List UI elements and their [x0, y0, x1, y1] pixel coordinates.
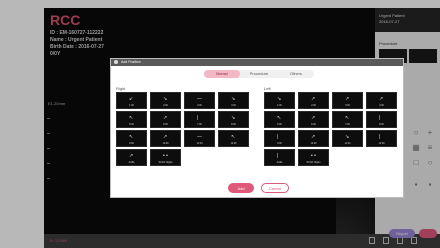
position-thumbnail[interactable]: ↘ 1:00	[264, 92, 295, 109]
position-thumbnail[interactable]: | 9:00	[264, 130, 295, 147]
position-label: 1:00	[277, 104, 282, 107]
probe-marker-icon: ↗	[311, 134, 316, 140]
position-thumbnail[interactable]: ↗ Axilla	[116, 149, 147, 166]
probe-marker-icon: ↖	[277, 115, 282, 121]
position-thumbnail[interactable]: | 12:00	[366, 130, 397, 147]
position-thumbnail[interactable]: ↖ 5:00	[264, 111, 295, 128]
position-thumbnail[interactable]: ↗ 6:00	[150, 111, 181, 128]
position-thumbnail[interactable]: ↗ 3:00	[332, 92, 363, 109]
position-label: 10:00	[310, 142, 317, 145]
position-label: 8:00	[379, 123, 384, 126]
probe-marker-icon: • •	[311, 153, 316, 159]
position-thumbnail[interactable]: — 3:00	[184, 92, 215, 109]
position-label: 1:00	[129, 104, 134, 107]
tab-procedure[interactable]: Procedure	[241, 70, 277, 78]
tab-others[interactable]: Others	[278, 70, 314, 78]
probe-marker-icon: ↘	[163, 96, 168, 102]
position-label: 3:00	[197, 104, 202, 107]
position-label: 3:00	[345, 104, 350, 107]
position-thumbnail[interactable]: • • SCAN Nipple	[298, 149, 329, 166]
category-tabs: Breast Procedure Others	[204, 70, 314, 78]
probe-marker-icon: ↖	[345, 115, 350, 121]
probe-marker-icon: • •	[163, 153, 168, 159]
probe-marker-icon: ↗	[379, 96, 384, 102]
position-label: 9:00	[277, 142, 282, 145]
position-label: 4:00	[231, 104, 236, 107]
probe-marker-icon: ↗	[311, 96, 316, 102]
probe-marker-icon: ↗	[163, 115, 168, 121]
dialog-title: Add Position	[121, 60, 141, 64]
position-label: 11:00	[344, 142, 351, 145]
position-thumbnail[interactable]: ↘ 2:00	[150, 92, 181, 109]
position-label: 10:00	[162, 142, 169, 145]
position-thumbnail[interactable]: ↖ 9:00	[116, 130, 147, 147]
position-label: SCAN Nipple	[306, 161, 321, 164]
probe-marker-icon: |	[277, 134, 279, 140]
position-label: 7:00	[197, 123, 202, 126]
probe-marker-icon: ↖	[129, 134, 134, 140]
dialog-titlebar: Add Position	[111, 59, 403, 66]
position-thumbnail[interactable]: ↖ 12:00	[218, 130, 249, 147]
position-thumbnail[interactable]: ↘ 11:00	[332, 130, 363, 147]
probe-marker-icon: ↗	[311, 115, 316, 121]
position-label: 9:00	[129, 142, 134, 145]
position-label: 8:00	[231, 123, 236, 126]
probe-marker-icon: —	[197, 96, 202, 102]
position-label: 12:00	[378, 142, 385, 145]
probe-marker-icon: ↘	[231, 115, 236, 121]
position-thumbnail[interactable]: | 8:00	[366, 111, 397, 128]
position-thumbnail[interactable]: ↗ 2:00	[298, 92, 329, 109]
position-label: 4:00	[379, 104, 384, 107]
probe-marker-icon: ↘	[231, 96, 236, 102]
probe-marker-icon: ↖	[129, 115, 134, 121]
position-label: SCAN Nipple	[158, 161, 173, 164]
probe-marker-icon: |	[197, 115, 199, 121]
cancel-button[interactable]: Cancel	[261, 183, 289, 193]
add-button[interactable]: Add	[228, 183, 254, 193]
probe-marker-icon: ↖	[231, 134, 236, 140]
position-thumbnail[interactable]: — 11:00	[184, 130, 215, 147]
position-label: 2:00	[163, 104, 168, 107]
app-root: RCC ID : EM-160727-112222 Name : Urgent …	[0, 0, 440, 248]
add-position-dialog: Add Position Breast Procedure Others Rig…	[110, 58, 404, 198]
position-label: 7:00	[345, 123, 350, 126]
position-thumbnail[interactable]: | 7:00	[184, 111, 215, 128]
probe-marker-icon: ↘	[277, 96, 282, 102]
probe-marker-icon: ↗	[129, 153, 134, 159]
position-thumbnail[interactable]: ↗ 4:00	[366, 92, 397, 109]
position-thumbnail[interactable]: ↖ 5:00	[116, 111, 147, 128]
position-label: 5:00	[129, 123, 134, 126]
probe-marker-icon: ↗	[163, 134, 168, 140]
position-thumbnail[interactable]: ↘ 4:00	[218, 92, 249, 109]
position-thumbnail[interactable]: ↖ 7:00	[332, 111, 363, 128]
probe-marker-icon: |	[277, 153, 279, 159]
dialog-icon	[114, 60, 118, 64]
position-label: 5:00	[277, 123, 282, 126]
probe-marker-icon: ↙	[129, 96, 134, 102]
position-thumbnail[interactable]: ↗ 10:00	[298, 130, 329, 147]
position-label: Axilla	[128, 161, 135, 164]
position-thumbnail[interactable]: ↗ 6:00	[298, 111, 329, 128]
position-label: 2:00	[311, 104, 316, 107]
position-thumbnail[interactable]: ↗ 10:00	[150, 130, 181, 147]
position-label: Axilla	[276, 161, 283, 164]
probe-marker-icon: |	[379, 134, 381, 140]
position-label: 6:00	[163, 123, 168, 126]
probe-marker-icon: ↘	[345, 134, 350, 140]
position-thumbnail[interactable]: • • SCAN Nipple	[150, 149, 181, 166]
position-thumbnail[interactable]: ↙ 1:00	[116, 92, 147, 109]
left-side-label: Left	[264, 86, 271, 91]
position-label: 12:00	[230, 142, 237, 145]
probe-marker-icon: —	[197, 134, 202, 140]
probe-marker-icon: |	[379, 115, 381, 121]
position-label: 11:00	[196, 142, 203, 145]
right-side-label: Right	[116, 86, 126, 91]
position-thumbnail[interactable]: | Axilla	[264, 149, 295, 166]
probe-marker-icon: ↗	[345, 96, 350, 102]
tab-breast[interactable]: Breast	[204, 70, 240, 78]
position-label: 6:00	[311, 123, 316, 126]
position-thumbnail[interactable]: ↘ 8:00	[218, 111, 249, 128]
